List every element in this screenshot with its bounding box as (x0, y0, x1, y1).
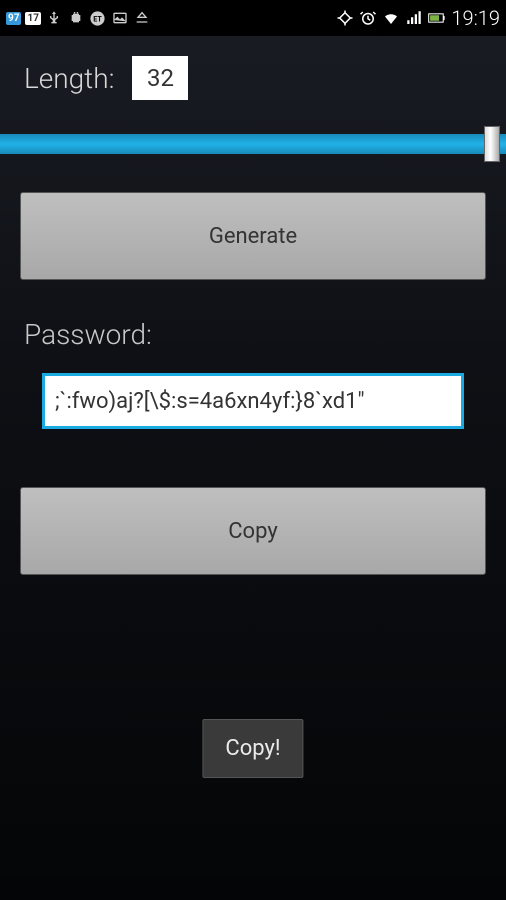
generate-button[interactable]: Generate (20, 192, 486, 280)
image-icon (111, 9, 129, 27)
slider-thumb[interactable] (484, 126, 500, 162)
password-label: Password: (0, 280, 506, 373)
length-row: Length: (0, 36, 506, 118)
download-icon (133, 9, 151, 27)
copy-toast: Copy! (202, 719, 303, 778)
status-time: 19:19 (451, 6, 500, 30)
svg-text:ET: ET (94, 14, 103, 23)
length-slider[interactable] (0, 126, 506, 162)
rotate-icon (336, 9, 354, 27)
status-right-icons: 19:19 (336, 6, 500, 30)
calendar-badge: 17 (25, 12, 40, 25)
copy-button[interactable]: Copy (20, 487, 486, 575)
status-left-icons: 97 17 ET (6, 9, 151, 27)
usb-icon (45, 9, 63, 27)
password-output[interactable] (42, 373, 464, 429)
length-label: Length: (24, 62, 114, 95)
status-bar: 97 17 ET 19:19 (0, 0, 506, 36)
notification-badge: 97 (6, 12, 21, 25)
length-input[interactable] (132, 56, 188, 100)
et-icon: ET (89, 9, 107, 27)
app-content: Length: Generate Password: Copy Copy! (0, 36, 506, 575)
slider-track (0, 134, 506, 154)
signal-icon (405, 9, 423, 27)
battery-icon (428, 9, 446, 27)
android-icon (67, 9, 85, 27)
alarm-icon (359, 9, 377, 27)
wifi-icon (382, 9, 400, 27)
